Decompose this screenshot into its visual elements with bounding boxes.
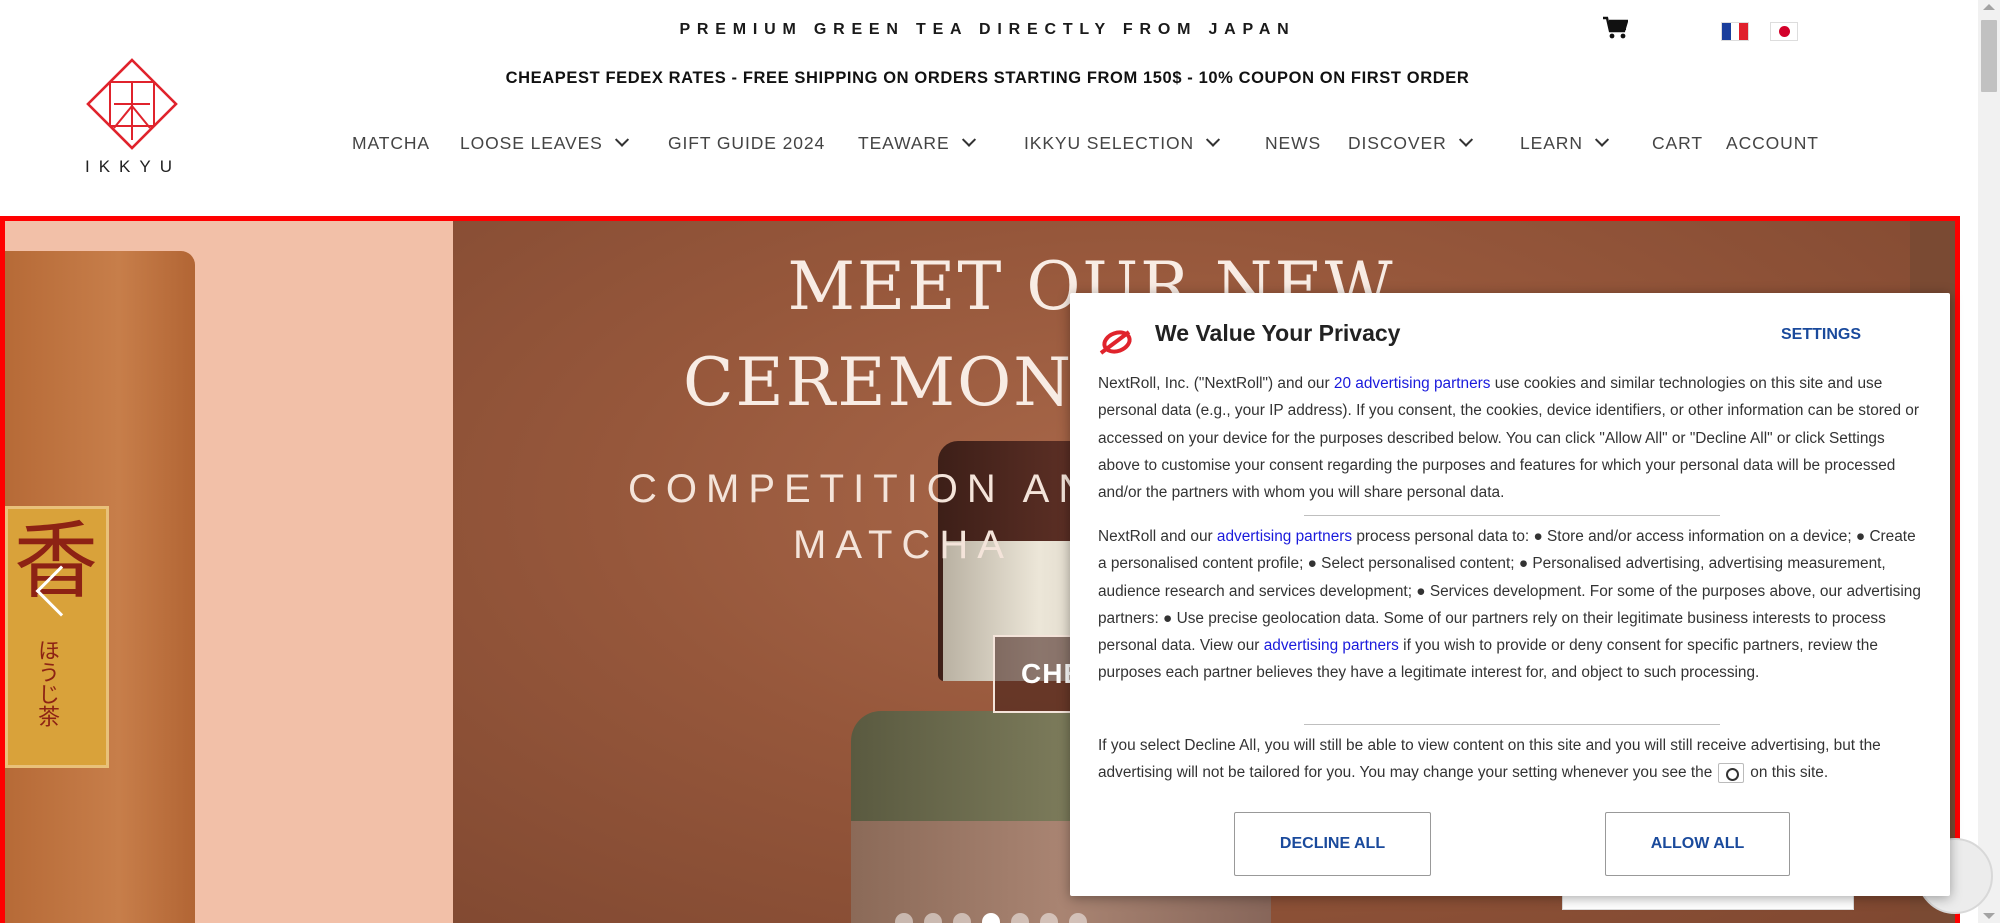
nav-item-ikkyu-selection[interactable]: IKKYU SELECTION	[1024, 132, 1221, 154]
nav-item-label: NEWS	[1265, 133, 1322, 153]
chevron-down-icon	[614, 132, 629, 147]
advertising-partners-link[interactable]: 20 advertising partners	[1334, 375, 1491, 392]
privacy-consent-dialog: We Value Your Privacy SETTINGS NextRoll,…	[1070, 293, 1950, 896]
nav-item-matcha[interactable]: MATCHA	[352, 133, 430, 154]
nav-item-label: LOOSE LEAVES	[460, 133, 603, 153]
consent-text: NextRoll and our	[1098, 528, 1217, 545]
slider-dots	[895, 913, 1087, 923]
page-scrollbar[interactable]	[1978, 0, 2000, 923]
top-tagline: PREMIUM GREEN TEA DIRECTLY FROM JAPAN	[679, 21, 1296, 38]
scroll-up-arrow-icon[interactable]	[1983, 4, 1995, 10]
consent-text: on this site.	[1750, 764, 1829, 782]
consent-text: process personal data to: ● Store and/or…	[1098, 528, 1921, 655]
nav-item-teaware[interactable]: TEAWARE	[858, 132, 976, 154]
logo-wordmark: IKKYU	[84, 157, 182, 176]
nav-item-label: ACCOUNT	[1726, 133, 1819, 153]
nav-item-label: CART	[1652, 133, 1703, 153]
nav-item-label: GIFT GUIDE 2024	[668, 133, 826, 153]
chevron-down-icon	[1594, 132, 1609, 147]
tea-subtitle: ほうじ茶	[34, 639, 59, 727]
slider-dot[interactable]	[924, 913, 942, 923]
flag-france-icon[interactable]	[1721, 22, 1749, 41]
consent-paragraph-1: NextRoll, Inc. ("NextRoll") and our 20 a…	[1098, 370, 1928, 506]
nav-item-label: DISCOVER	[1348, 133, 1447, 153]
divider	[1304, 724, 1720, 725]
promo-banner: CHEAPEST FEDEX RATES - FREE SHIPPING ON …	[505, 69, 1470, 87]
ikkyu-logo-icon[interactable]	[84, 56, 180, 156]
nav-item-gift-guide[interactable]: GIFT GUIDE 2024	[668, 133, 825, 154]
nav-item-discover[interactable]: DISCOVER	[1348, 132, 1473, 154]
privacy-settings-icon[interactable]	[1718, 763, 1745, 784]
scroll-down-arrow-icon[interactable]	[1983, 913, 1995, 919]
tea-package-label: 香 ほうじ茶	[5, 506, 109, 768]
consent-paragraph-2: NextRoll and our advertising partners pr…	[1098, 523, 1928, 687]
nav-item-loose-leaves[interactable]: LOOSE LEAVES	[460, 132, 629, 154]
slider-dot[interactable]	[1011, 913, 1029, 923]
slider-dot-active[interactable]	[982, 913, 1000, 923]
divider	[1304, 515, 1720, 516]
nav-item-account[interactable]: ACCOUNT	[1726, 133, 1819, 154]
consent-text: NextRoll, Inc. ("NextRoll") and our	[1098, 375, 1334, 392]
nav-item-label: IKKYU SELECTION	[1024, 133, 1195, 153]
consent-paragraph-3: If you select Decline All, you will stil…	[1098, 732, 1928, 787]
slider-dot[interactable]	[1069, 913, 1087, 923]
nav-item-label: TEAWARE	[858, 133, 950, 153]
previous-slide-image: 香 ほうじ茶	[5, 221, 453, 923]
slider-dot[interactable]	[895, 913, 913, 923]
chevron-down-icon	[1458, 132, 1473, 147]
scroll-thumb[interactable]	[1981, 20, 1997, 92]
consent-title: We Value Your Privacy	[1155, 320, 1401, 346]
consent-settings-link[interactable]: SETTINGS	[1781, 326, 1861, 344]
cart-icon[interactable]	[1602, 16, 1628, 40]
decline-all-button[interactable]: DECLINE ALL	[1234, 812, 1431, 876]
nav-item-news[interactable]: NEWS	[1265, 133, 1321, 154]
advertising-partners-link[interactable]: advertising partners	[1264, 637, 1399, 654]
flag-japan-icon[interactable]	[1770, 22, 1798, 41]
consent-text: use cookies and similar technologies on …	[1098, 375, 1919, 502]
advertising-partners-link[interactable]: advertising partners	[1217, 528, 1352, 545]
slider-dot[interactable]	[953, 913, 971, 923]
slider-dot[interactable]	[1040, 913, 1058, 923]
nav-item-cart[interactable]: CART	[1652, 133, 1703, 154]
allow-all-button[interactable]: ALLOW ALL	[1605, 812, 1790, 876]
nextroll-logo-icon	[1099, 330, 1132, 355]
nav-item-label: LEARN	[1520, 133, 1583, 153]
chevron-down-icon	[961, 132, 976, 147]
chevron-down-icon	[1206, 132, 1221, 147]
nav-item-label: MATCHA	[352, 133, 430, 153]
tea-package-image: 香 ほうじ茶	[5, 251, 195, 923]
nav-item-learn[interactable]: LEARN	[1520, 132, 1609, 154]
